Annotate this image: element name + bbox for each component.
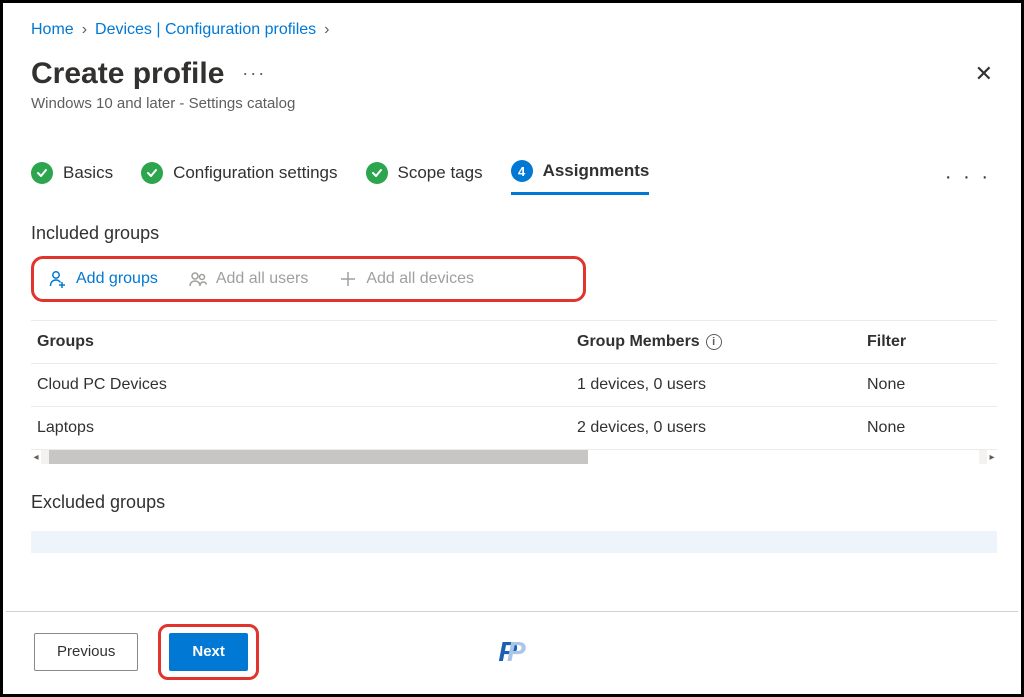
excluded-groups-info-bar bbox=[31, 531, 997, 553]
cell-group-name: Laptops bbox=[37, 419, 577, 437]
next-button-highlight: Next bbox=[158, 624, 259, 680]
previous-button[interactable]: Previous bbox=[34, 633, 138, 671]
check-icon bbox=[141, 162, 163, 184]
add-groups-button[interactable]: Add groups bbox=[48, 269, 158, 289]
cell-filter: None bbox=[867, 419, 991, 437]
close-icon[interactable]: ✕ bbox=[971, 57, 997, 91]
table-header: Groups Group Members i Filter bbox=[31, 320, 997, 364]
scrollbar-thumb[interactable] bbox=[49, 450, 588, 464]
included-groups-heading: Included groups bbox=[31, 223, 997, 244]
page-subtitle: Windows 10 and later - Settings catalog bbox=[31, 95, 295, 112]
step-label: Configuration settings bbox=[173, 163, 337, 183]
next-button[interactable]: Next bbox=[169, 633, 248, 671]
chevron-right-icon: › bbox=[324, 21, 329, 39]
button-label: Add groups bbox=[76, 270, 158, 288]
people-icon bbox=[188, 269, 208, 289]
add-all-devices-button[interactable]: Add all devices bbox=[338, 269, 474, 289]
breadcrumb: Home › Devices | Configuration profiles … bbox=[31, 21, 997, 39]
step-label: Scope tags bbox=[398, 163, 483, 183]
chevron-right-icon: › bbox=[82, 21, 87, 39]
wizard-footer: Previous Next PP bbox=[6, 611, 1018, 691]
cell-members: 2 devices, 0 users bbox=[577, 419, 867, 437]
breadcrumb-home[interactable]: Home bbox=[31, 21, 74, 39]
page-title: Create profile bbox=[31, 57, 224, 91]
button-label: Add all devices bbox=[366, 270, 474, 288]
person-add-icon bbox=[48, 269, 68, 289]
scroll-left-arrow-icon[interactable]: ◂ bbox=[31, 452, 41, 463]
column-header-groups[interactable]: Groups bbox=[37, 333, 577, 351]
included-groups-table: Groups Group Members i Filter Cloud PC D… bbox=[31, 320, 997, 464]
table-row[interactable]: Cloud PC Devices 1 devices, 0 users None bbox=[31, 364, 997, 407]
cell-group-name: Cloud PC Devices bbox=[37, 376, 577, 394]
stepper-more-button[interactable]: · · · bbox=[939, 162, 997, 193]
step-label: Basics bbox=[63, 163, 113, 183]
excluded-groups-heading: Excluded groups bbox=[31, 492, 997, 513]
step-basics[interactable]: Basics bbox=[31, 162, 113, 194]
stepper: Basics Configuration settings Scope tags… bbox=[31, 160, 997, 195]
horizontal-scrollbar[interactable]: ◂ ▸ bbox=[31, 450, 997, 464]
cell-members: 1 devices, 0 users bbox=[577, 376, 867, 394]
add-all-users-button[interactable]: Add all users bbox=[188, 269, 309, 289]
more-actions-button[interactable]: ··· bbox=[242, 63, 266, 84]
step-label: Assignments bbox=[543, 161, 650, 181]
info-icon[interactable]: i bbox=[706, 334, 722, 350]
plus-icon bbox=[338, 269, 358, 289]
step-configuration-settings[interactable]: Configuration settings bbox=[141, 162, 337, 194]
check-icon bbox=[31, 162, 53, 184]
watermark-logo: PP bbox=[498, 636, 525, 668]
button-label: Add all users bbox=[216, 270, 309, 288]
step-number-badge: 4 bbox=[511, 160, 533, 182]
breadcrumb-devices[interactable]: Devices | Configuration profiles bbox=[95, 21, 316, 39]
table-row[interactable]: Laptops 2 devices, 0 users None bbox=[31, 407, 997, 450]
step-assignments[interactable]: 4 Assignments bbox=[511, 160, 650, 195]
cell-filter: None bbox=[867, 376, 991, 394]
column-header-members[interactable]: Group Members i bbox=[577, 333, 867, 351]
step-scope-tags[interactable]: Scope tags bbox=[366, 162, 483, 194]
included-groups-toolbar: Add groups Add all users Add all devices bbox=[31, 256, 586, 302]
scroll-right-arrow-icon[interactable]: ▸ bbox=[987, 452, 997, 463]
column-header-filter[interactable]: Filter bbox=[867, 333, 991, 351]
check-icon bbox=[366, 162, 388, 184]
